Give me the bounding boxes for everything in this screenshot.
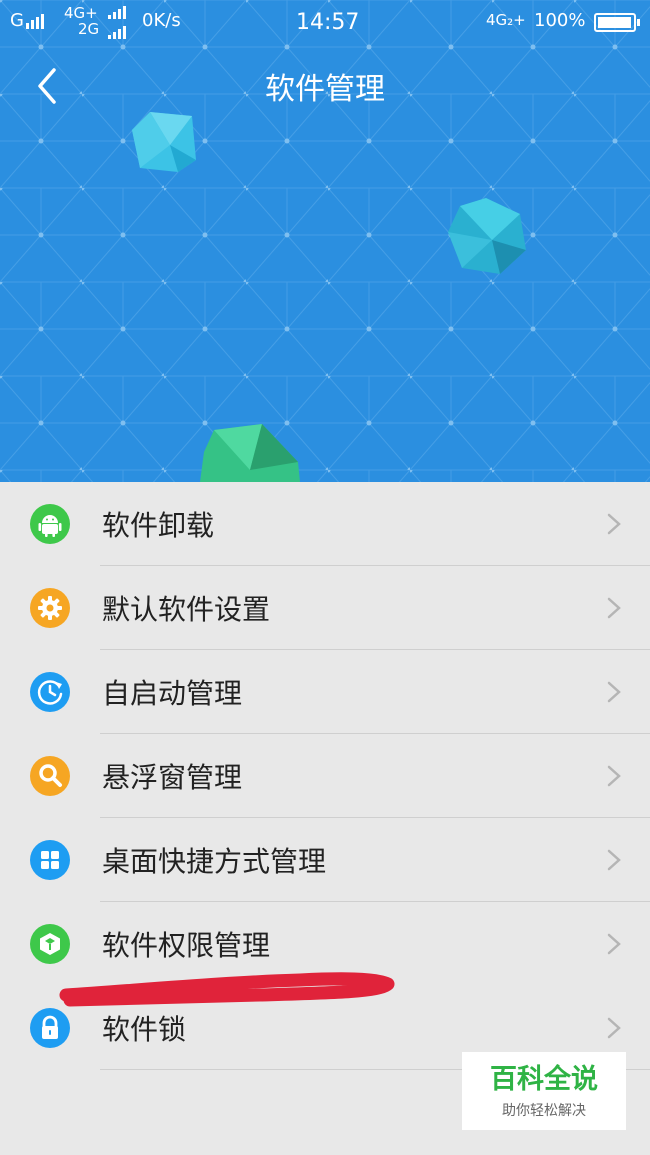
- gear-icon: [30, 588, 70, 628]
- page-title: 软件管理: [265, 72, 385, 107]
- chevron-right-icon: [607, 765, 621, 787]
- menu-item-label: 悬浮窗管理: [102, 761, 243, 794]
- battery-percent: 100%: [534, 10, 586, 31]
- chevron-right-icon: [607, 681, 621, 703]
- menu-item-label: 软件权限管理: [102, 929, 271, 962]
- menu-item-default-apps[interactable]: 默认软件设置: [0, 566, 650, 650]
- wrench-icon: [30, 756, 70, 796]
- gem-shape: [132, 112, 196, 172]
- network-label-2g4g: 4G+ 2G: [64, 4, 100, 38]
- menu-item-autostart[interactable]: 自启动管理: [0, 650, 650, 734]
- menu-item-label: 软件卸载: [102, 509, 215, 542]
- chevron-right-icon: [607, 513, 621, 535]
- menu-item-label: 自启动管理: [102, 677, 243, 710]
- cube-icon: [30, 924, 70, 964]
- watermark-subtitle: 助你轻松解决: [502, 1103, 586, 1119]
- chevron-right-icon: [607, 933, 621, 955]
- android-icon: [30, 504, 70, 544]
- menu-item-label: 桌面快捷方式管理: [102, 845, 327, 878]
- network-speed: 0K/s: [142, 10, 181, 31]
- watermark-title: 百科全说: [490, 1064, 598, 1095]
- watermark-logo: 百科全说 助你轻松解决: [462, 1052, 626, 1130]
- signal-icon: [26, 14, 44, 29]
- chevron-right-icon: [607, 597, 621, 619]
- menu-item-label: 软件锁: [102, 1013, 187, 1046]
- menu-item-desktop-shortcuts[interactable]: 桌面快捷方式管理: [0, 818, 650, 902]
- auto-start-icon: [30, 672, 70, 712]
- menu-item-permissions[interactable]: 软件权限管理: [0, 902, 650, 986]
- clock: 14:57: [296, 10, 360, 35]
- lock-icon: [30, 1008, 70, 1048]
- network-label: G: [10, 10, 24, 31]
- signal-icon: [108, 26, 126, 39]
- chevron-right-icon: [607, 849, 621, 871]
- menu-list: 软件卸载 默认软件设置 自启动管理 悬浮窗管理 桌面快捷方式管理 软件权限管理 …: [0, 482, 650, 1070]
- header-banner: G 4G+ 2G 0K/s 14:57 4G₂+ 100% 软件管理: [0, 0, 650, 482]
- menu-item-floating-window[interactable]: 悬浮窗管理: [0, 734, 650, 818]
- grid-icon: [30, 840, 70, 880]
- status-bar: G 4G+ 2G 0K/s 14:57 4G₂+ 100%: [0, 0, 650, 46]
- menu-item-uninstall[interactable]: 软件卸载: [0, 482, 650, 566]
- network-label-right: 4G₂+: [486, 11, 526, 29]
- chevron-right-icon: [607, 1017, 621, 1039]
- signal-icon: [108, 6, 126, 19]
- menu-item-label: 默认软件设置: [102, 593, 271, 626]
- battery-icon: [594, 13, 640, 32]
